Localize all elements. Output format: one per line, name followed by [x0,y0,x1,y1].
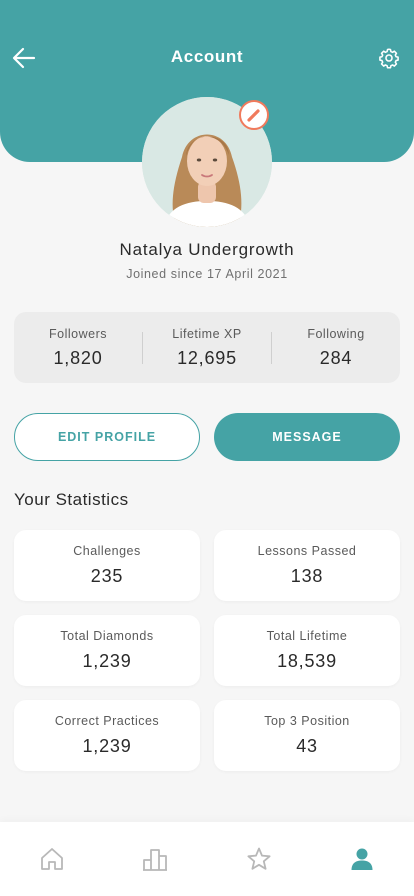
stat-value: 1,239 [82,651,132,671]
stat-label: Top 3 Position [264,714,350,728]
profile-icon [351,848,373,870]
summary-value: 1,820 [53,347,103,368]
stat-card-lessons-passed: Lessons Passed 138 [214,530,400,601]
stat-value: 1,239 [82,736,132,756]
summary-label: Followers [49,326,107,341]
nav-leaderboard[interactable] [104,822,208,896]
edit-avatar-button[interactable] [239,100,269,130]
statistics-title: Your Statistics [14,490,129,509]
settings-button[interactable] [376,45,402,71]
summary-label: Lifetime XP [172,326,242,341]
stat-card-total-lifetime: Total Lifetime 18,539 [214,615,400,686]
gear-icon [379,48,399,69]
stat-label: Correct Practices [54,714,160,728]
stat-label: Total Lifetime [266,629,348,643]
summary-panel: Followers 1,820 Lifetime XP 12,695 Follo… [14,312,400,383]
leaderboard-icon [143,849,168,871]
stat-value: 235 [90,566,124,586]
stat-card-correct-practices: Correct Practices 1,239 [14,700,200,771]
stat-card-top-3-position: Top 3 Position 43 [214,700,400,771]
summary-value: 284 [319,347,353,368]
lifetime-xp-stat: Lifetime XP 12,695 [143,327,271,369]
stat-label: Total Diamonds [60,629,154,643]
stat-label: Challenges [73,544,141,558]
message-button[interactable]: MESSAGE [214,413,400,461]
stat-label: Lessons Passed [257,544,357,558]
nav-profile[interactable] [311,822,414,896]
avatar-container [142,97,272,227]
followers-stat[interactable]: Followers 1,820 [14,327,142,369]
user-name: Natalya Undergrowth [119,240,295,259]
star-icon [247,847,271,870]
stat-card-challenges: Challenges 235 [14,530,200,601]
summary-label: Following [307,326,365,341]
page-title: Account [170,47,244,66]
home-icon [40,848,63,870]
bottom-nav [0,822,414,896]
stat-value: 18,539 [277,651,337,671]
stat-value: 43 [296,736,318,756]
joined-date: Joined since 17 April 2021 [126,267,288,281]
stat-card-total-diamonds: Total Diamonds 1,239 [14,615,200,686]
edit-profile-button[interactable]: EDIT PROFILE [14,413,200,461]
following-stat[interactable]: Following 284 [272,327,400,369]
nav-home[interactable] [0,822,104,896]
stat-value: 138 [290,566,324,586]
nav-favorites[interactable] [207,822,311,896]
summary-value: 12,695 [177,347,237,368]
pencil-icon [247,109,260,122]
